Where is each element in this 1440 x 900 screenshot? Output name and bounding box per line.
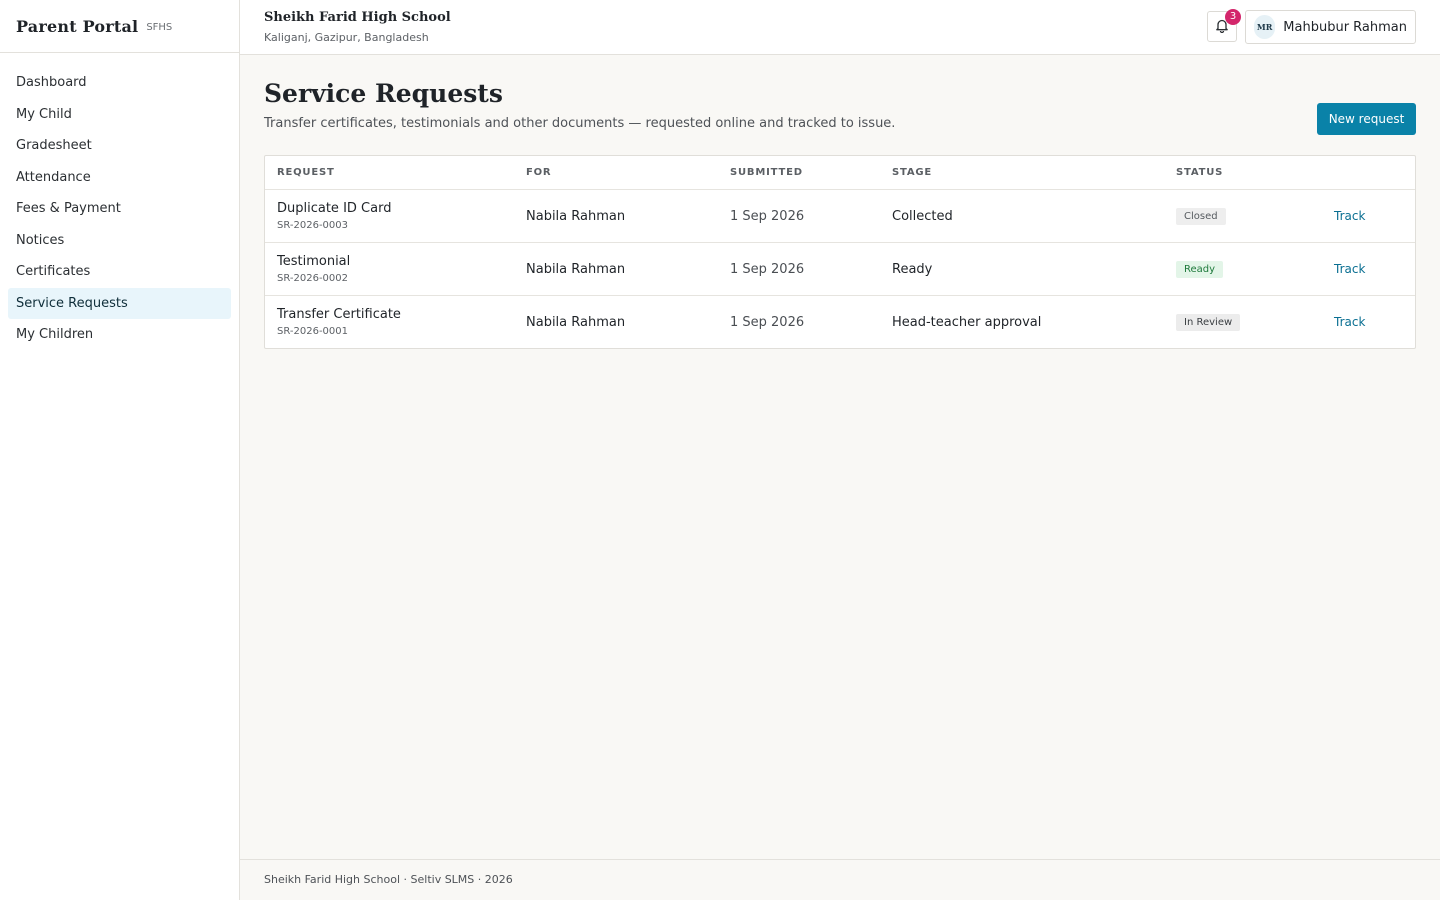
track-link[interactable]: Track: [1334, 315, 1365, 329]
request-title: Transfer Certificate: [277, 307, 401, 322]
new-request-button[interactable]: New request: [1317, 103, 1416, 135]
column-header-submitted: SUBMITTED: [730, 167, 803, 178]
request-for: Nabila Rahman: [526, 261, 626, 277]
user-name: Mahbubur Rahman: [1283, 19, 1407, 35]
notification-count-badge: 3: [1225, 9, 1241, 25]
brand-title: Parent Portal: [16, 16, 139, 36]
status-badge: In Review: [1176, 313, 1241, 331]
request-submitted: 1 Sep 2026: [730, 314, 805, 330]
sidebar-item-my-children[interactable]: My Children: [8, 319, 231, 351]
request-stage: Collected: [892, 208, 953, 224]
request-id: SR-2026-0001: [277, 326, 349, 337]
service-requests-table: REQUEST FOR SUBMITTED STAGE STATUS Dupli…: [264, 155, 1416, 349]
brand-code: SFHS: [146, 22, 173, 33]
status-badge: Ready: [1176, 260, 1224, 278]
column-header-for: FOR: [526, 167, 552, 178]
track-link[interactable]: Track: [1334, 262, 1365, 276]
request-stage: Ready: [892, 261, 933, 277]
sidebar-item-dashboard[interactable]: Dashboard: [8, 67, 231, 99]
request-title: Testimonial: [277, 254, 351, 269]
page-title: Service Requests: [264, 79, 503, 108]
sidebar-item-certificates[interactable]: Certificates: [8, 256, 231, 288]
request-id: SR-2026-0002: [277, 273, 349, 284]
table-row: Duplicate ID Card SR-2026-0003 Nabila Ra…: [265, 189, 1415, 242]
school-name: Sheikh Farid High School: [264, 10, 451, 25]
school-location: Kaliganj, Gazipur, Bangladesh: [264, 31, 429, 44]
brand: Parent Portal SFHS: [0, 0, 239, 53]
request-submitted: 1 Sep 2026: [730, 208, 805, 224]
column-header-status: STATUS: [1176, 167, 1224, 178]
user-menu-button[interactable]: MR Mahbubur Rahman: [1245, 10, 1416, 44]
footer-text: Sheikh Farid High School · Seltiv SLMS ·…: [264, 873, 513, 886]
track-link[interactable]: Track: [1334, 209, 1365, 223]
sidebar: Parent Portal SFHS Dashboard My Child Gr…: [0, 0, 240, 900]
request-for: Nabila Rahman: [526, 208, 626, 224]
column-header-stage: STAGE: [892, 167, 933, 178]
avatar: MR: [1254, 15, 1276, 39]
request-title: Duplicate ID Card: [277, 201, 392, 216]
sidebar-item-gradesheet[interactable]: Gradesheet: [8, 130, 231, 162]
status-badge: Closed: [1176, 207, 1226, 225]
request-for: Nabila Rahman: [526, 314, 626, 330]
sidebar-item-attendance[interactable]: Attendance: [8, 162, 231, 194]
request-submitted: 1 Sep 2026: [730, 261, 805, 277]
table-row: Transfer Certificate SR-2026-0001 Nabila…: [265, 295, 1415, 348]
topbar: Sheikh Farid High School Kaliganj, Gazip…: [240, 0, 1440, 55]
column-header-request: REQUEST: [277, 167, 335, 178]
footer: Sheikh Farid High School · Seltiv SLMS ·…: [240, 859, 1440, 900]
table-row: Testimonial SR-2026-0002 Nabila Rahman 1…: [265, 242, 1415, 295]
sidebar-item-fees-payment[interactable]: Fees & Payment: [8, 193, 231, 225]
sidebar-item-notices[interactable]: Notices: [8, 225, 231, 257]
sidebar-nav: Dashboard My Child Gradesheet Attendance…: [0, 53, 239, 351]
request-stage: Head-teacher approval: [892, 314, 1042, 330]
sidebar-item-my-child[interactable]: My Child: [8, 99, 231, 131]
request-id: SR-2026-0003: [277, 220, 349, 231]
table-header-row: REQUEST FOR SUBMITTED STAGE STATUS: [265, 156, 1415, 189]
sidebar-item-service-requests[interactable]: Service Requests: [8, 287, 231, 319]
page-subtitle: Transfer certificates, testimonials and …: [264, 116, 896, 131]
